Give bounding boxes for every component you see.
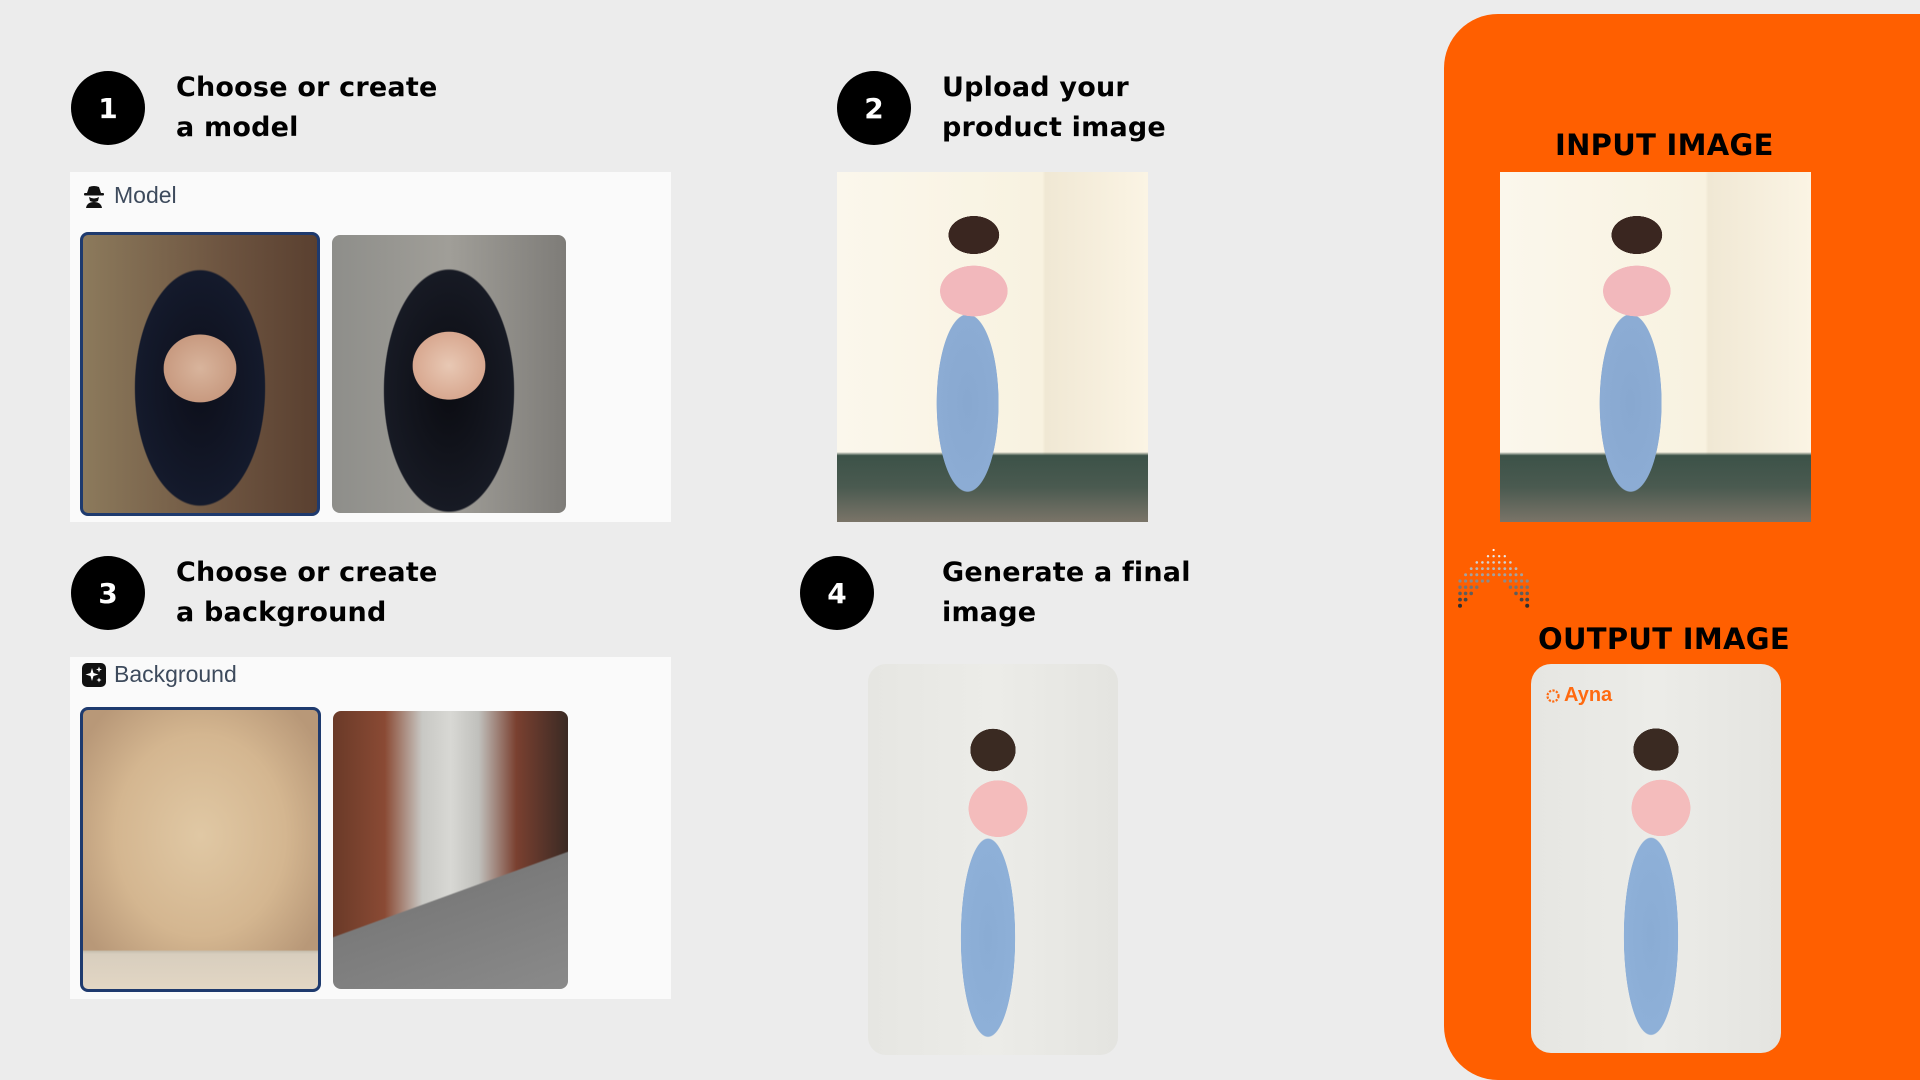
brand-logo: Ayna [1545, 684, 1612, 707]
background-option-street[interactable] [333, 711, 568, 989]
model-option-1[interactable] [80, 232, 320, 516]
background-picker-header: Background [82, 661, 237, 688]
step-4-title-line2: image [942, 597, 1037, 628]
product-image[interactable] [837, 172, 1148, 522]
model-picker-label: Model [114, 182, 177, 208]
background-picker: Background [70, 657, 671, 999]
input-image [1500, 172, 1811, 522]
step-1-title: Choose or create a model [176, 68, 437, 148]
arrow-down-icon [1458, 548, 1530, 608]
step-2-title-line2: product image [942, 112, 1166, 143]
step-3-title-line2: a background [176, 597, 387, 628]
step-4-title: Generate a final image [942, 553, 1191, 633]
brand-logo-icon [1546, 688, 1560, 703]
output-image: Ayna [1531, 664, 1781, 1053]
model-picker: Model [70, 172, 671, 522]
step-1-badge: 1 [71, 71, 145, 145]
output-image-label: OUTPUT IMAGE [1538, 622, 1790, 656]
step-2-title-line1: Upload your [942, 72, 1129, 103]
model-picker-header: Model [82, 182, 177, 209]
model-option-2[interactable] [332, 235, 566, 513]
step-2-title: Upload your product image [942, 68, 1166, 148]
step-4-title-line1: Generate a final [942, 557, 1191, 588]
step-1-title-line1: Choose or create [176, 72, 438, 103]
generated-image[interactable] [868, 664, 1118, 1055]
spy-icon [82, 184, 106, 208]
step-3-title: Choose or create a background [176, 553, 437, 633]
brand-name: Ayna [1564, 684, 1613, 706]
step-3-title-line1: Choose or create [176, 557, 438, 588]
background-option-studio[interactable] [80, 707, 321, 992]
step-1-title-line2: a model [176, 112, 299, 143]
step-4-badge: 4 [800, 556, 874, 630]
step-3-badge: 3 [71, 556, 145, 630]
background-picker-label: Background [114, 661, 237, 687]
sparkles-icon [82, 662, 106, 687]
step-2-badge: 2 [837, 71, 911, 145]
input-image-label: INPUT IMAGE [1555, 128, 1774, 162]
